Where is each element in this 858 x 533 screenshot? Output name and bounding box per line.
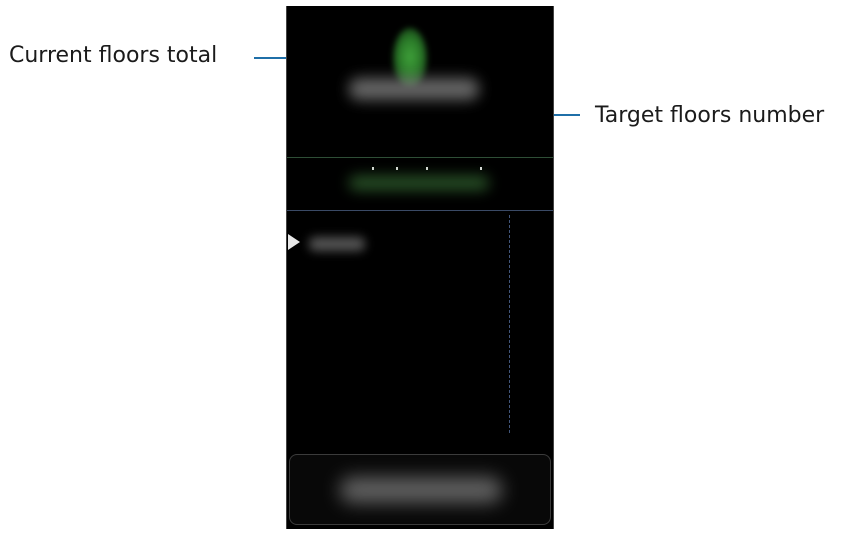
progress-blurred-text [349, 176, 489, 190]
target-guide-line [509, 215, 510, 433]
floors-graph[interactable] [287, 211, 553, 456]
progress-dots [372, 167, 482, 173]
callout-current-floors-label: Current floors total [9, 43, 218, 68]
progress-dot [426, 167, 428, 170]
progress-dot [372, 167, 374, 170]
current-value-blurred-text [309, 237, 365, 251]
current-position-marker-icon [288, 234, 300, 250]
progress-row [287, 158, 553, 210]
callout-target-floors-label: Target floors number [595, 103, 825, 128]
bottom-action-button[interactable] [289, 454, 551, 525]
floors-summary-header [287, 6, 553, 157]
progress-dot [480, 167, 482, 170]
device-screen [286, 6, 554, 529]
bottom-action-blurred-label [340, 477, 502, 503]
progress-dot [396, 167, 398, 170]
target-floors-blurred-text [349, 78, 479, 100]
